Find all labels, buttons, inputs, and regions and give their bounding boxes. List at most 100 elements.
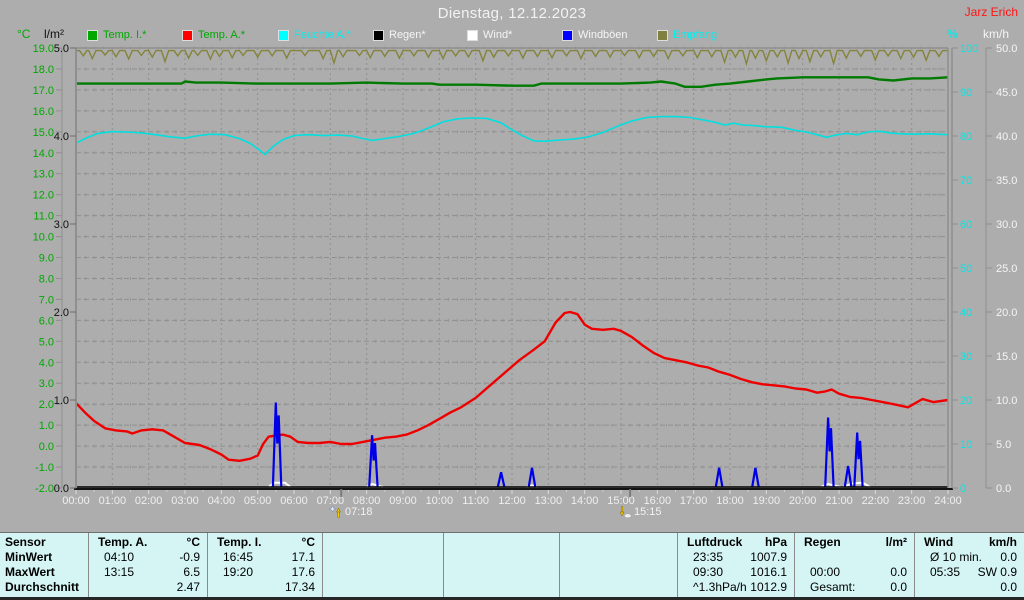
y-tick-label-kmh: 15.0 (996, 351, 1017, 363)
y-tick-label-temp: 19.0 (33, 43, 54, 55)
stats-row (444, 580, 559, 595)
stat-cell-time: Ø 10 min. (930, 550, 983, 564)
y-tick-label-pct: 50 (960, 263, 972, 275)
stats-column-empty-2 (443, 533, 559, 598)
x-tick-label: 06:00 (280, 495, 308, 507)
series-windböen-line (751, 467, 760, 488)
stats-row: 0.0 (915, 580, 1024, 595)
stat-cell-time: 13:15 (104, 565, 135, 579)
stats-row: 19:20 17.6 (208, 565, 322, 580)
stats-column-empty-1 (322, 533, 443, 598)
sunrise-icon (329, 506, 341, 518)
stat-cell-value: 17.34 (284, 580, 315, 594)
stats-row (323, 580, 443, 595)
stats-column-header: Wind km/h (915, 535, 1024, 550)
stats-row-label: MaxWert (5, 565, 55, 579)
y-tick-label-temp: 17.0 (33, 85, 54, 97)
stats-row: 05:35 SW 0.9 (915, 565, 1024, 580)
stat-cell-value: 1012.9 (750, 580, 787, 594)
y-tick-label-kmh: 45.0 (996, 87, 1017, 99)
stats-column-header: Regen l/m² (795, 535, 914, 550)
stats-row: Gesamt: 0.0 (795, 580, 914, 595)
y-tick-label-pct: 60 (960, 219, 972, 231)
y-tick-label-pct: 70 (960, 175, 972, 187)
x-tick-label: 19:00 (753, 495, 781, 507)
stats-row-label: Sensor (5, 535, 46, 549)
y-tick-label-pct: 100 (960, 43, 978, 55)
stats-column-title: Luftdruck (687, 535, 743, 549)
stats-row: 23:35 1007.9 (678, 550, 794, 565)
stats-column-title: Regen (804, 535, 841, 549)
x-tick-label: 10:00 (426, 495, 454, 507)
stats-column-temp-i: Temp. I. °C 16:45 17.1 19:20 17.6 17.34 (207, 533, 322, 598)
y-tick-label-rain: 4.0 (54, 131, 69, 143)
y-tick-label-rain: 5.0 (54, 43, 69, 55)
stats-row (323, 565, 443, 580)
stats-column-header: Temp. I. °C (208, 535, 322, 550)
x-tick-label: 24:00 (934, 495, 962, 507)
sunset-marker: 15:15 (618, 506, 662, 518)
y-tick-label-pct: 10 (960, 439, 972, 451)
stat-cell-time: ^1.3hPa/h (693, 580, 747, 594)
stats-table: Sensor MinWert MaxWert Durchschnitt Temp. A.… (0, 532, 1024, 598)
y-tick-label-kmh: 5.0 (996, 439, 1011, 451)
x-tick-label: 21:00 (825, 495, 853, 507)
stat-cell-time: 04:10 (104, 550, 135, 564)
stats-column-unit: km/h (988, 535, 1017, 549)
x-tick-label: 00:00 (62, 495, 90, 507)
stats-row: 09:30 1016.1 (678, 565, 794, 580)
sunset-icon (619, 506, 632, 518)
series-windböen-line (368, 435, 379, 488)
grid-vertical (111, 48, 913, 488)
stats-row-label: MinWert (5, 550, 53, 564)
y-tick-label-pct: 90 (960, 87, 972, 99)
y-tick-label-temp: 9.0 (39, 253, 54, 265)
sunrise-marker: 07:18 (329, 506, 373, 518)
y-tick-label-temp: -1.0 (35, 462, 54, 474)
y-tick-label-temp: 0.0 (39, 441, 54, 453)
y-tick-label-temp: 7.0 (39, 294, 54, 306)
y-tick-label-kmh: 10.0 (996, 395, 1017, 407)
stats-row (444, 550, 559, 565)
y-tick-label-temp: 1.0 (39, 420, 54, 432)
stat-cell-time: 00:00 (810, 565, 841, 579)
series-windböen-line (824, 417, 835, 488)
stat-cell-value: 1007.9 (750, 550, 787, 564)
stats-column-unit: hPa (764, 535, 787, 549)
series-empfang-line (76, 49, 948, 67)
stats-column-header: Temp. A. °C (89, 535, 207, 550)
x-tick-label: 17:00 (680, 495, 708, 507)
y-tick-label-kmh: 35.0 (996, 175, 1017, 187)
series-windböen-line (843, 465, 853, 488)
y-tick-label-pct: 0 (960, 483, 966, 495)
stats-column-title: Wind (924, 535, 954, 549)
series-windböen-line (496, 471, 506, 488)
stat-cell-time: 09:30 (693, 565, 724, 579)
y-tick-label-temp: 6.0 (39, 315, 54, 327)
y-tick-label-kmh: 40.0 (996, 131, 1017, 143)
y-tick-label-temp: 18.0 (33, 64, 54, 76)
stat-cell-value: 1016.1 (750, 565, 787, 579)
y-tick-label-temp: 2.0 (39, 399, 54, 411)
stats-row (444, 565, 559, 580)
stats-column-temp-a: Temp. A. °C 04:10 -0.9 13:15 6.5 2.47 (88, 533, 207, 598)
y-tick-label-temp: 8.0 (39, 273, 54, 285)
x-tick-label: 12:00 (498, 495, 526, 507)
series-windböen-line (271, 402, 283, 488)
stats-row: 2.47 (89, 580, 207, 595)
stat-cell-value: -0.9 (179, 550, 200, 564)
stat-cell-time: 23:35 (693, 550, 724, 564)
stats-column-unit: °C (301, 535, 315, 549)
stats-column-wind: Wind km/h Ø 10 min. 0.0 05:35 SW 0.9 0.0 (914, 533, 1024, 598)
x-tick-label: 05:00 (244, 495, 272, 507)
stats-row: 13:15 6.5 (89, 565, 207, 580)
x-tick-label: 22:00 (862, 495, 890, 507)
stat-cell-value: 17.6 (291, 565, 315, 579)
series-windböen-line (853, 432, 864, 488)
weather-chart[interactable]: 19.0 18.0 17.0 16.0 15.0 14.0 13.0 12.0 11.0 10.0… (0, 0, 1024, 530)
y-tick-label-rain: 2.0 (54, 307, 69, 319)
stats-column-title: Temp. A. (98, 535, 148, 549)
stats-column-empty-3 (559, 533, 677, 598)
y-tick-label-temp: 15.0 (33, 127, 54, 139)
stats-row (560, 565, 677, 580)
